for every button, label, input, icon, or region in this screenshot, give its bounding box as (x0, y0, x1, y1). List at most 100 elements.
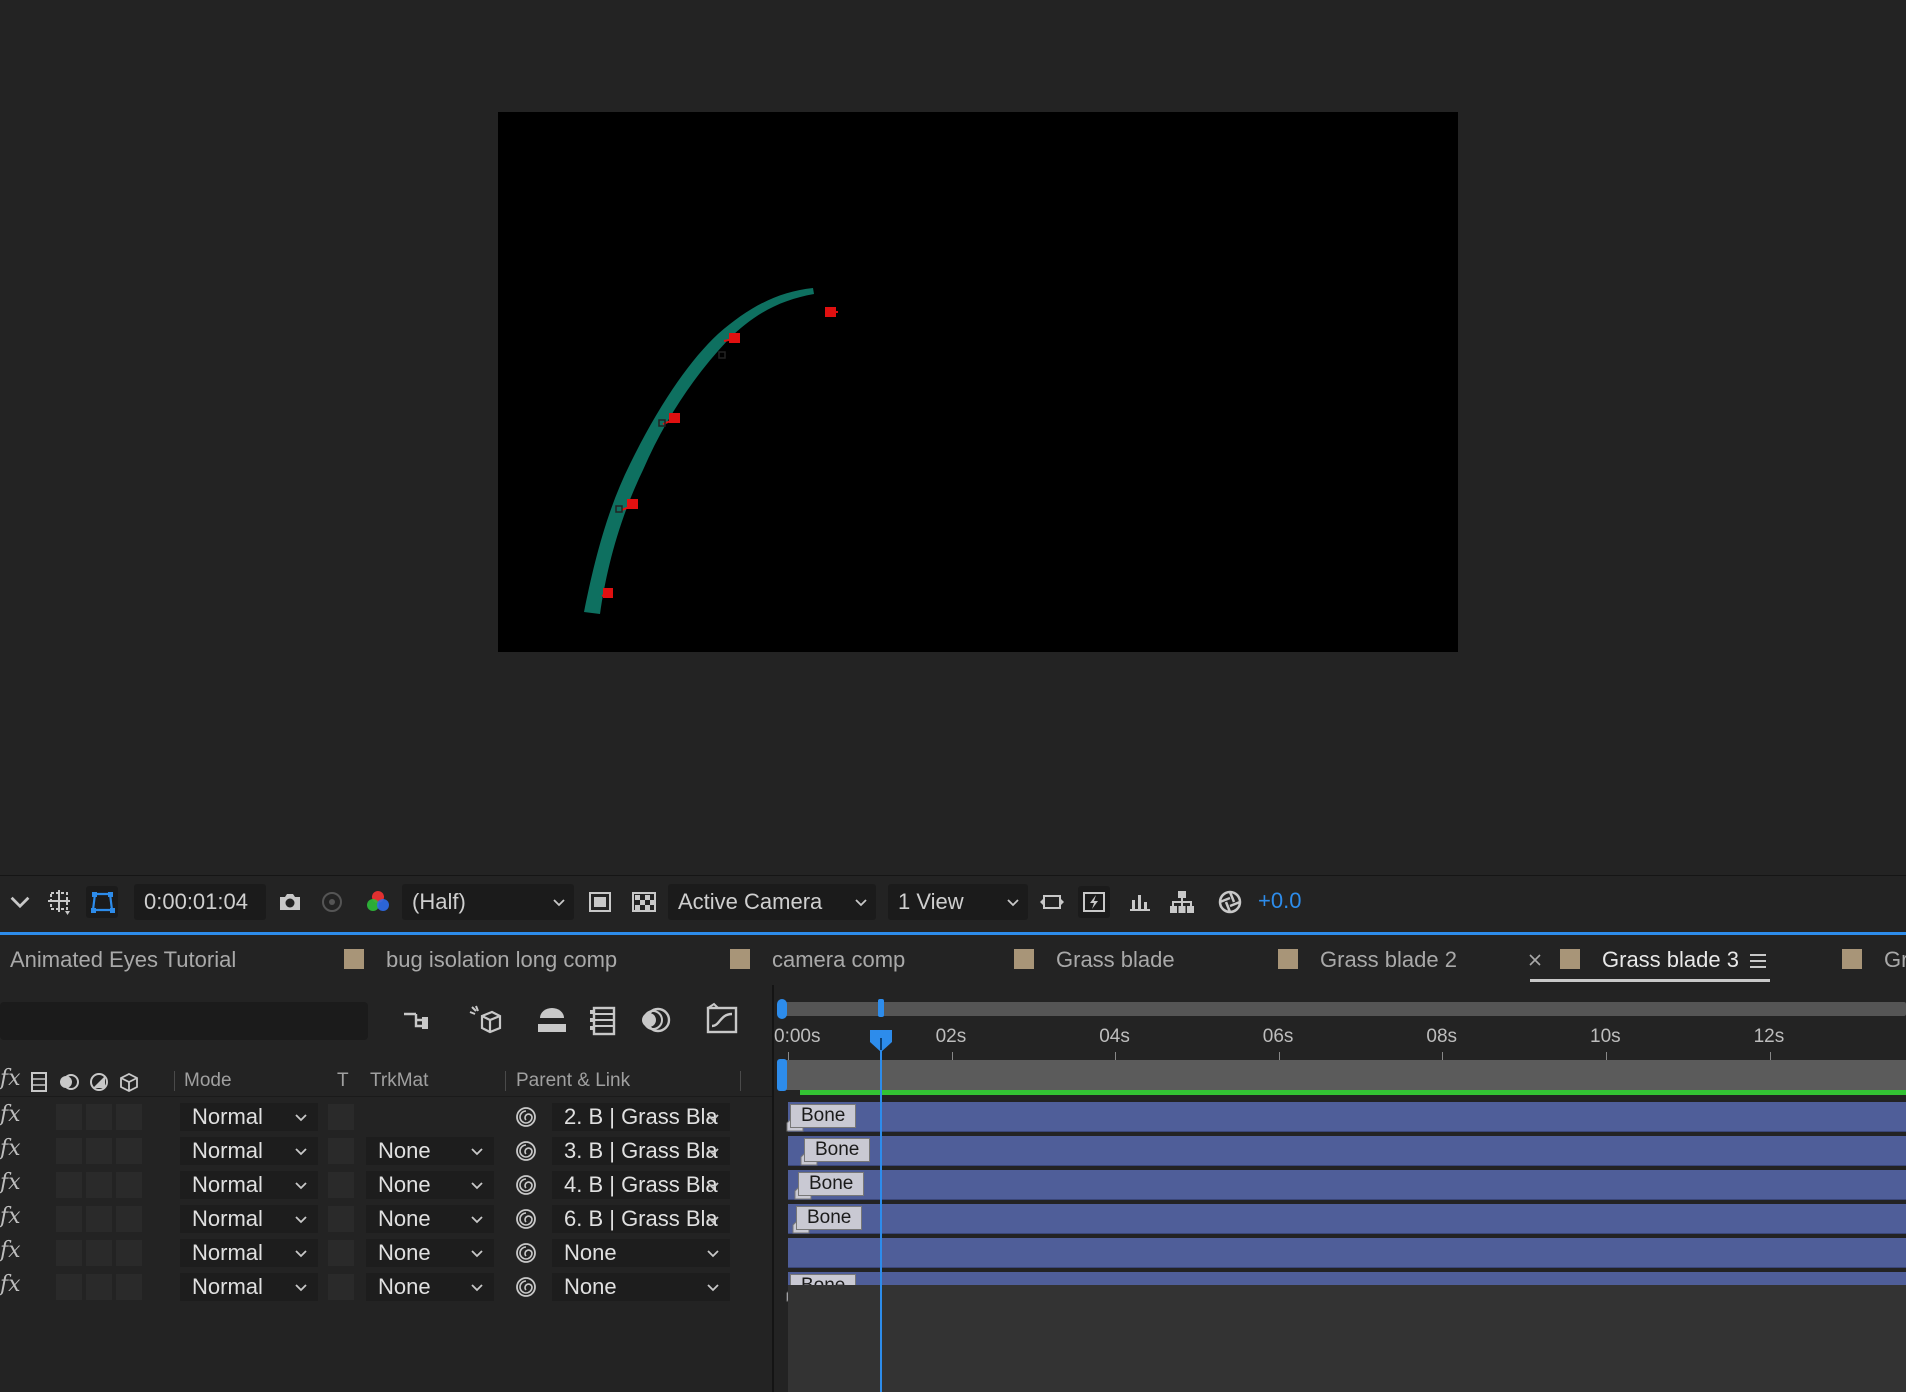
fast-previews-icon[interactable] (1078, 886, 1110, 918)
camera-snapshot-icon[interactable] (274, 886, 306, 918)
parent-dropdown[interactable]: None (552, 1273, 730, 1301)
blend-mode-dropdown[interactable]: Normal (180, 1103, 318, 1131)
3d-layer-switch[interactable] (116, 1138, 142, 1164)
blend-mode-dropdown[interactable]: Normal (180, 1137, 318, 1165)
target-region-icon[interactable] (584, 886, 616, 918)
frame-blend-switch[interactable] (56, 1240, 82, 1266)
trkmat-column-header[interactable]: TrkMat (370, 1070, 428, 1092)
motion-blur-switch[interactable] (86, 1240, 112, 1266)
bone-marker-label[interactable]: Bone (798, 1172, 865, 1196)
track-matte-dropdown[interactable]: None (366, 1239, 494, 1267)
motion-blur-switch[interactable] (86, 1206, 112, 1232)
parent-pickwhip-icon[interactable] (514, 1139, 538, 1163)
track-matte-dropdown[interactable]: None (366, 1137, 494, 1165)
3d-layer-switch[interactable] (116, 1274, 142, 1300)
close-tab-icon[interactable] (1528, 953, 1542, 967)
composition-canvas[interactable] (498, 112, 1458, 652)
3d-layer-switch[interactable] (116, 1240, 142, 1266)
parent-pickwhip-icon[interactable] (514, 1275, 538, 1299)
time-ruler[interactable]: 0:00s 02s 04s 06s 08s 10s 12s (774, 1020, 1906, 1062)
frame-blending-icon[interactable] (584, 1000, 624, 1040)
channel-rgb-icon[interactable] (362, 886, 394, 918)
layer-row[interactable]: fx Normal 2. B | Grass Bla (0, 1100, 772, 1134)
tab-grass-blade-3[interactable]: Grass blade 3 (1602, 947, 1739, 973)
parent-link-column-header[interactable]: Parent & Link (516, 1070, 630, 1092)
layer-duration-bar[interactable]: Bone (788, 1204, 1906, 1234)
parent-pickwhip-icon[interactable] (514, 1173, 538, 1197)
bone-marker-label[interactable]: Bone (796, 1206, 863, 1230)
parent-dropdown[interactable]: 6. B | Grass Bla (552, 1205, 730, 1233)
track-matte-dropdown[interactable]: None (366, 1273, 494, 1301)
resolution-dropdown[interactable]: (Half) (402, 884, 574, 920)
fx-switch-icon[interactable]: fx (0, 1238, 21, 1263)
grass-blade-shape[interactable] (584, 288, 814, 614)
motion-blur-switch[interactable] (86, 1104, 112, 1130)
layer-row[interactable]: fx Normal None 6. B | Grass Bla (0, 1202, 772, 1236)
timeline-graph-icon[interactable] (1124, 886, 1156, 918)
tab-overflow[interactable]: Gr (1884, 947, 1906, 973)
bone-marker-label[interactable]: Bone (790, 1104, 857, 1128)
preserve-transparency-switch[interactable] (328, 1274, 354, 1300)
frame-blend-switch[interactable] (56, 1104, 82, 1130)
work-area-start-handle[interactable] (776, 1059, 788, 1091)
camera-view-dropdown[interactable]: Active Camera (668, 884, 876, 920)
fx-switch-icon[interactable]: fx (0, 1102, 21, 1127)
layer-search-input[interactable] (0, 1002, 368, 1040)
layer-duration-bar[interactable] (788, 1238, 1906, 1268)
time-navigator[interactable] (778, 1002, 1906, 1016)
parent-dropdown[interactable]: 3. B | Grass Bla (552, 1137, 730, 1165)
frame-blend-switch[interactable] (56, 1206, 82, 1232)
frame-blend-switch[interactable] (56, 1138, 82, 1164)
show-snapshot-icon[interactable] (316, 886, 348, 918)
navigator-start-handle[interactable] (776, 999, 788, 1019)
tab-grass-blade-2[interactable]: Grass blade 2 (1320, 947, 1457, 973)
region-of-interest-icon[interactable] (44, 886, 76, 918)
panel-menu-icon[interactable] (1748, 952, 1768, 970)
fx-switch-icon[interactable]: fx (0, 1272, 21, 1297)
current-time-display[interactable]: 0:00:01:04 (134, 884, 266, 920)
preserve-transparency-switch[interactable] (328, 1138, 354, 1164)
parent-pickwhip-icon[interactable] (514, 1241, 538, 1265)
motion-blur-icon[interactable] (636, 1000, 676, 1040)
current-time-indicator-line[interactable] (880, 1045, 882, 1392)
3d-layer-switch[interactable] (116, 1206, 142, 1232)
tab-grass-blade[interactable]: Grass blade (1056, 947, 1175, 973)
draft-3d-icon[interactable] (464, 1000, 504, 1040)
motion-blur-switch[interactable] (86, 1274, 112, 1300)
parent-dropdown[interactable]: None (552, 1239, 730, 1267)
mode-column-header[interactable]: Mode (184, 1070, 232, 1092)
chevron-down-icon[interactable] (4, 886, 36, 918)
exposure-value[interactable]: +0.0 (1258, 888, 1301, 914)
motion-blur-switch[interactable] (86, 1138, 112, 1164)
frame-blend-switch[interactable] (56, 1172, 82, 1198)
layer-row[interactable]: fx Normal None None (0, 1236, 772, 1270)
work-area-bar[interactable] (778, 1060, 1906, 1090)
view-layout-dropdown[interactable]: 1 View (888, 884, 1028, 920)
preserve-transparency-switch[interactable] (328, 1206, 354, 1232)
3d-layer-switch[interactable] (116, 1172, 142, 1198)
reset-exposure-icon[interactable] (1214, 886, 1246, 918)
transparency-grid-icon[interactable] (628, 886, 660, 918)
blend-mode-dropdown[interactable]: Normal (180, 1205, 318, 1233)
preserve-transparency-switch[interactable] (328, 1104, 354, 1130)
fx-switch-icon[interactable]: fx (0, 1136, 21, 1161)
layer-duration-bar[interactable]: Bone (788, 1136, 1906, 1166)
tab-camera-comp[interactable]: camera comp (772, 947, 905, 973)
bone-marker-label[interactable]: Bone (804, 1138, 871, 1162)
preserve-transparency-switch[interactable] (328, 1172, 354, 1198)
layer-duration-bar[interactable]: Bone (788, 1170, 1906, 1200)
toggle-pixel-aspect-icon[interactable] (1036, 886, 1068, 918)
time-navigator-handle[interactable] (878, 999, 884, 1017)
frame-blend-switch[interactable] (56, 1274, 82, 1300)
parent-pickwhip-icon[interactable] (514, 1105, 538, 1129)
layer-row[interactable]: fx Normal None 4. B | Grass Bla (0, 1168, 772, 1202)
mask-path-visibility-icon[interactable] (86, 886, 118, 918)
blend-mode-dropdown[interactable]: Normal (180, 1273, 318, 1301)
bone-handle[interactable] (601, 588, 613, 598)
track-matte-dropdown[interactable]: None (366, 1205, 494, 1233)
preserve-transparency-switch[interactable] (328, 1240, 354, 1266)
3d-layer-switch[interactable] (116, 1104, 142, 1130)
tab-bug-isolation-long-comp[interactable]: bug isolation long comp (386, 947, 617, 973)
current-time-indicator-head[interactable] (868, 1028, 894, 1054)
fx-switch-icon[interactable]: fx (0, 1170, 21, 1195)
